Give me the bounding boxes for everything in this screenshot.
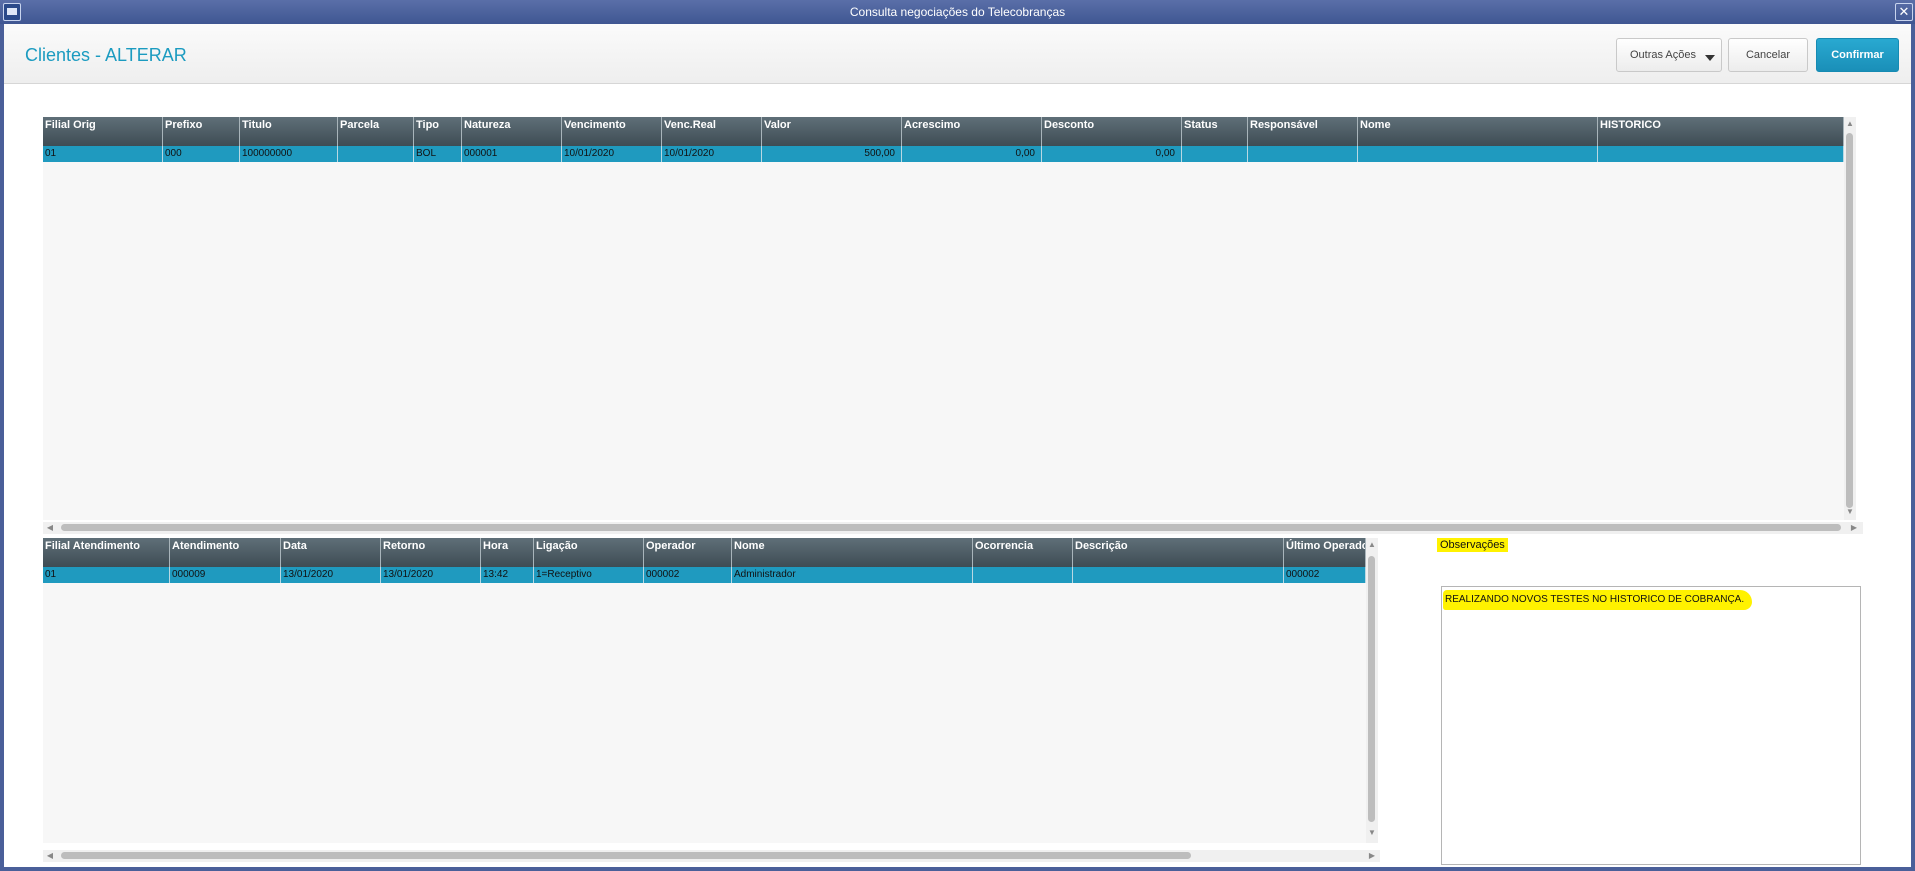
titles-col-tipo[interactable]: Tipo [414,117,462,146]
titles-grid-horizontal-scrollbar[interactable]: ◀ ▶ [43,522,1863,534]
confirm-button[interactable]: Confirmar [1816,38,1899,72]
window-title: Consulta negociações do Telecobranças [849,5,1066,19]
cell-natureza: 000001 [462,146,562,162]
titles-col-titulo[interactable]: Titulo [240,117,338,146]
scroll-thumb[interactable] [1846,133,1853,508]
close-icon[interactable]: ✕ [1895,3,1913,21]
observacoes-label: Observações [1437,538,1508,552]
scroll-right-icon[interactable]: ▶ [1367,851,1377,861]
titles-col-venc-real[interactable]: Venc.Real [662,117,762,146]
service-grid-horizontal-scrollbar[interactable]: ◀ ▶ [43,850,1380,862]
cell-atendimento: 000009 [170,567,281,583]
cell-responsavel [1248,146,1358,162]
cell-valor: 500,00 [762,146,902,162]
cell-hora: 13:42 [481,567,534,583]
titles-col-parcela[interactable]: Parcela [338,117,414,146]
titles-grid-vertical-scrollbar[interactable]: ▲ ▼ [1844,117,1856,520]
cell-vencimento: 10/01/2020 [562,146,662,162]
cancel-button[interactable]: Cancelar [1728,38,1808,72]
service-grid-vertical-scrollbar[interactable]: ▲ ▼ [1366,538,1378,843]
titles-col-natureza[interactable]: Natureza [462,117,562,146]
cell-nome: Administrador [732,567,973,583]
outras-acoes-button[interactable]: Outras Ações [1616,38,1722,72]
cell-prefixo: 000 [163,146,240,162]
scroll-thumb[interactable] [61,852,1191,859]
caret-down-icon [1705,55,1715,61]
cell-acrescimo: 0,00 [902,146,1042,162]
service-col-data[interactable]: Data [281,538,381,567]
titles-col-nome[interactable]: Nome [1358,117,1598,146]
scroll-left-icon[interactable]: ◀ [45,523,55,533]
table-row[interactable]: 01 000009 13/01/2020 13/01/2020 13:42 1=Recep… [43,567,1366,583]
cell-descricao [1073,567,1284,583]
scroll-up-icon[interactable]: ▲ [1845,119,1855,129]
service-col-filial-atendimento[interactable]: Filial Atendimento [43,538,170,567]
service-col-descricao[interactable]: Descrição [1073,538,1284,567]
cell-titulo: 100000000 [240,146,338,162]
scroll-left-icon[interactable]: ◀ [45,851,55,861]
titles-grid-header: Filial Orig Prefixo Titulo Parcela Tipo Natur… [43,117,1844,146]
titles-col-prefixo[interactable]: Prefixo [163,117,240,146]
service-col-ligacao[interactable]: Ligação [534,538,644,567]
cell-venc-real: 10/01/2020 [662,146,762,162]
titles-col-acrescimo[interactable]: Acrescimo [902,117,1042,146]
service-col-ultimo-operador[interactable]: Último Operador [1284,538,1366,567]
cell-ocorrencia [973,567,1073,583]
cell-tipo: BOL [414,146,462,162]
service-col-retorno[interactable]: Retorno [381,538,481,567]
service-col-ocorrencia[interactable]: Ocorrencia [973,538,1073,567]
scroll-thumb[interactable] [1368,556,1375,822]
table-row[interactable]: 01 000 100000000 BOL 000001 10/01/2020 10/01/2… [43,146,1844,162]
outras-acoes-label: Outras Ações [1629,49,1697,61]
service-col-atendimento[interactable]: Atendimento [170,538,281,567]
titles-col-status[interactable]: Status [1182,117,1248,146]
cell-data: 13/01/2020 [281,567,381,583]
service-col-operador[interactable]: Operador [644,538,732,567]
cell-nome [1358,146,1598,162]
titles-grid[interactable]: Filial Orig Prefixo Titulo Parcela Tipo Natur… [43,117,1844,520]
cell-operador: 000002 [644,567,732,583]
page-title: Clientes - ALTERAR [25,45,187,65]
titles-col-filial-orig[interactable]: Filial Orig [43,117,163,146]
cell-filial-orig: 01 [43,146,163,162]
service-grid-header: Filial Atendimento Atendimento Data Retorno… [43,538,1366,567]
cell-filial-atendimento: 01 [43,567,170,583]
scroll-right-icon[interactable]: ▶ [1849,523,1859,533]
cell-desconto: 0,00 [1042,146,1182,162]
page-header: Clientes - ALTERAR Outras Ações Cancelar… [4,24,1911,84]
title-bar: Consulta negociações do Telecobranças ✕ [0,0,1915,24]
cell-status [1182,146,1248,162]
cell-ligacao: 1=Receptivo [534,567,644,583]
cell-parcela [338,146,414,162]
cell-retorno: 13/01/2020 [381,567,481,583]
titles-col-historico[interactable]: HISTORICO [1598,117,1844,146]
titles-col-vencimento[interactable]: Vencimento [562,117,662,146]
titles-col-responsavel[interactable]: Responsável [1248,117,1358,146]
cell-historico [1598,146,1844,162]
scroll-down-icon[interactable]: ▼ [1845,507,1855,517]
service-grid[interactable]: Filial Atendimento Atendimento Data Retorno… [43,538,1366,843]
scroll-down-icon[interactable]: ▼ [1367,828,1377,838]
observacoes-text: REALIZANDO NOVOS TESTES NO HISTORICO DE … [1443,590,1753,610]
titles-col-desconto[interactable]: Desconto [1042,117,1182,146]
service-col-hora[interactable]: Hora [481,538,534,567]
service-col-nome[interactable]: Nome [732,538,973,567]
titles-col-valor[interactable]: Valor [762,117,902,146]
scroll-up-icon[interactable]: ▲ [1367,540,1377,550]
observacoes-textarea[interactable] [1441,586,1861,865]
cell-ultimo-operador: 000002 [1284,567,1366,583]
scroll-thumb[interactable] [61,524,1841,531]
